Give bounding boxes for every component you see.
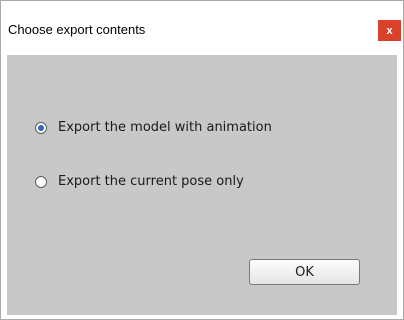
radio-button-unselected[interactable] xyxy=(35,175,47,188)
radio-button-selected[interactable] xyxy=(35,121,47,134)
option-label: Export the model with animation xyxy=(58,120,272,135)
option-export-current-pose[interactable]: Export the current pose only xyxy=(35,174,244,189)
export-dialog: Choose export contents x Export the mode… xyxy=(0,0,404,320)
title-bar: Choose export contents x xyxy=(1,1,403,53)
ok-button[interactable]: OK xyxy=(249,259,360,285)
dialog-body: Export the model with animation Export t… xyxy=(7,55,397,315)
close-button[interactable]: x xyxy=(378,20,401,41)
option-export-with-animation[interactable]: Export the model with animation xyxy=(35,120,272,135)
option-label: Export the current pose only xyxy=(58,174,244,189)
dialog-title: Choose export contents xyxy=(8,22,146,37)
